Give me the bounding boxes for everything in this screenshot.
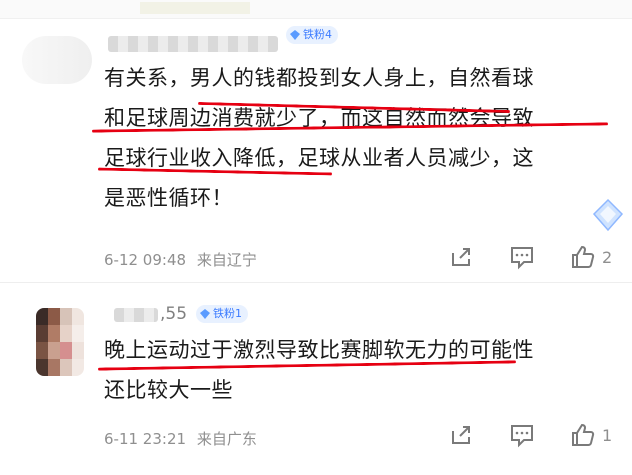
fan-badge-1: 铁粉4 [286, 26, 338, 44]
previous-comment-edge [0, 0, 632, 19]
avatar-1-partial[interactable] [22, 36, 92, 84]
comment-divider [0, 282, 632, 283]
avatar-2[interactable] [36, 308, 84, 376]
comment-1-location: 来自辽宁 [196, 251, 257, 269]
comment-button-1[interactable] [509, 244, 535, 270]
username-2-blurred[interactable] [114, 308, 158, 322]
comment-1: 铁粉4 有关系，男人的钱都投到女人身上，自然看球 和足球周边消费就少了，而这自然… [0, 18, 632, 278]
comment-icon [511, 425, 533, 448]
comment-2-meta: 6-11 23:21 来自广东 [104, 428, 257, 449]
fan-badge-1-label: 铁粉4 [303, 28, 332, 41]
diamond-decoration-icon [592, 198, 624, 232]
share-icon [452, 248, 470, 266]
username-1[interactable] [108, 36, 278, 52]
like-count-2: 1 [602, 425, 613, 445]
comment-2-date: 6-11 23:21 [104, 430, 187, 448]
like-button-2[interactable]: 1 [570, 422, 612, 448]
comment-1-date: 6-12 09:48 [104, 251, 187, 269]
share-button-1[interactable] [448, 244, 474, 270]
diamond-badge-icon [290, 30, 300, 40]
comment-1-meta: 6-12 09:48 来自辽宁 [104, 249, 257, 270]
comment-button-2[interactable] [509, 422, 535, 448]
like-icon [572, 245, 595, 268]
comment-2-line-2: 还比较大一些 [104, 378, 233, 402]
comment-1-line-4: 是恶性循环！ [104, 186, 233, 210]
comment-icon [511, 247, 533, 270]
share-icon [452, 426, 470, 444]
comment-2: ,55 铁粉1 晚上运动过于激烈导致比赛脚软无力的可能性 还比较大一些 6-11… [0, 290, 632, 475]
like-count-1: 2 [602, 247, 613, 267]
like-icon [572, 423, 595, 446]
fan-badge-2-label: 铁粉1 [213, 307, 242, 320]
comment-1-line-2: 和足球周边消费就少了，而这自然而然会导致 [104, 106, 534, 130]
comment-1-line-1: 有关系，男人的钱都投到女人身上，自然看球 [104, 66, 534, 90]
share-button-2[interactable] [448, 422, 474, 448]
comment-2-location: 来自广东 [196, 430, 257, 448]
fan-badge-2: 铁粉1 [196, 305, 248, 323]
like-button-1[interactable]: 2 [570, 244, 612, 270]
diamond-badge-icon [200, 309, 210, 319]
username-2-visible[interactable]: ,55 [160, 304, 187, 324]
